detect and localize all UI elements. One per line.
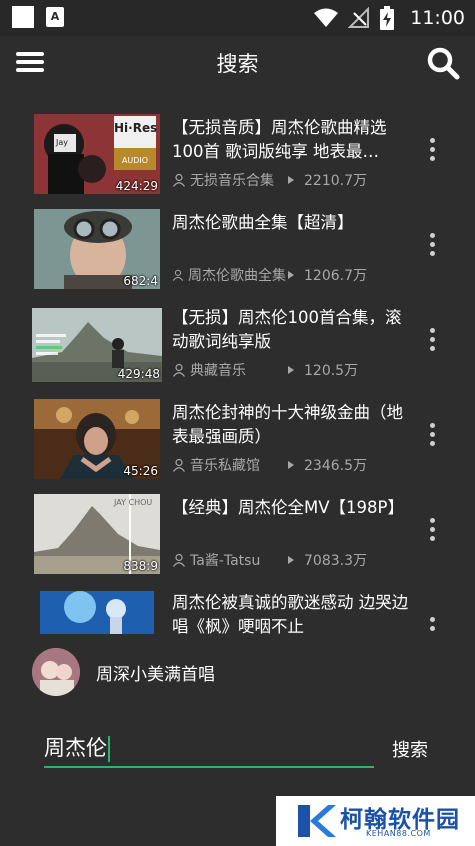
list-item[interactable]: 682:4 周杰伦歌曲全集【超清】 周杰伦歌曲全集 1206.7万 [0,199,475,293]
duration-label: 429:48 [117,367,160,381]
play-icon [288,366,294,374]
list-item[interactable]: 周杰伦被真诚的歌迷感动 边哭边唱《枫》哽咽不止 [0,579,475,634]
view-count: 2346.5万 [304,458,367,474]
play-icon [288,176,294,184]
watermark-domain: KEHAN88.COM [366,829,431,838]
video-title: 周杰伦歌曲全集【超清】 [172,213,354,232]
list-item[interactable]: 45:26 周杰伦封神的十大神级金曲（地表最强画质） 音乐私藏馆 2346.5万 [0,389,475,483]
user-icon [172,269,184,281]
status-time: 11:00 [410,7,465,29]
search-button[interactable]: 搜索 [392,736,428,762]
duration-label: 45:26 [123,464,158,478]
duration-label: 838:9 [123,559,158,573]
video-thumbnail: JAY CHOU 838:9 [34,494,160,574]
video-title: 【经典】周杰伦全MV【198P】 [172,498,404,517]
video-thumbnail [40,591,154,634]
status-bar: A 11:00 [0,0,475,36]
play-icon [288,271,294,279]
magnifier-icon[interactable] [425,45,461,81]
video-title: 周杰伦被真诚的歌迷感动 边哭边唱《枫》哽咽不止 [172,593,409,634]
user-icon [173,363,185,377]
duration-label: 424:29 [115,179,158,193]
user-icon [173,458,185,472]
video-title: 【无损】周杰伦100首合集，滚动歌词纯享版 [172,308,402,351]
more-options-icon[interactable] [427,423,437,451]
user-icon [173,173,185,187]
channel-name: 音乐私藏馆 [190,458,260,474]
search-input-value: 周杰伦 [44,736,107,760]
video-thumbnail: 682:4 [34,209,160,289]
video-thumbnail: Hi·Res AUDIO Jay 424:29 [34,114,160,194]
channel-name: Ta酱-Tatsu [190,553,261,569]
channel-name: 周杰伦歌曲全集 [188,268,286,284]
view-count: 120.5万 [304,363,359,379]
list-item[interactable]: Hi·Res AUDIO Jay 424:29 【无损音质】周杰伦歌曲精选100… [0,104,475,198]
more-options-icon[interactable] [427,518,437,546]
text-caret [108,736,110,762]
video-title: 【无损音质】周杰伦歌曲精选100首 歌词版纯享 地表最… [172,118,387,161]
no-signal-icon [348,7,370,28]
app-bar: 搜索 [0,36,475,90]
video-thumbnail: 45:26 [34,399,160,479]
list-item[interactable]: JAY CHOU 838:9 【经典】周杰伦全MV【198P】 Ta酱-Tats… [0,484,475,578]
k-logo-icon [298,805,336,837]
more-options-icon[interactable] [427,328,437,356]
search-input[interactable]: 周杰伦 [44,728,374,768]
video-thumbnail: 429:48 [32,308,162,382]
play-icon [288,556,294,564]
list-item[interactable]: 429:48 【无损】周杰伦100首合集，滚动歌词纯享版 典藏音乐 120.5万 [0,294,475,388]
user-icon [173,553,185,567]
hires-badge: Hi·Res [114,121,158,135]
channel-name: 无损音乐合集 [190,173,274,189]
battery-charging-icon [380,6,395,30]
view-count: 2210.7万 [304,173,367,189]
view-count: 1206.7万 [304,268,367,284]
duration-label: 682:4 [123,274,158,288]
more-options-icon[interactable] [427,138,437,166]
channel-name: 典藏音乐 [190,363,246,379]
audio-badge: AUDIO [121,156,149,165]
avatar [32,648,80,696]
cap-label: Jay [56,138,68,147]
cover-label: JAY CHOU [114,498,153,507]
play-icon [288,461,294,469]
view-count: 7083.3万 [304,553,367,569]
search-suggestion[interactable]: 周深小美满首唱 [0,648,475,696]
suggestion-text: 周深小美满首唱 [96,665,215,685]
font-a-icon: A [46,7,64,27]
watermark-logo: 柯翰软件园 KEHAN88.COM [276,796,475,846]
video-title: 周杰伦封神的十大神级金曲（地表最强画质） [172,403,403,446]
page-title: 搜索 [216,52,259,76]
wifi-icon [314,8,339,27]
more-options-icon[interactable] [427,233,437,261]
more-options-icon[interactable] [427,617,437,634]
app-square-icon [12,6,34,28]
